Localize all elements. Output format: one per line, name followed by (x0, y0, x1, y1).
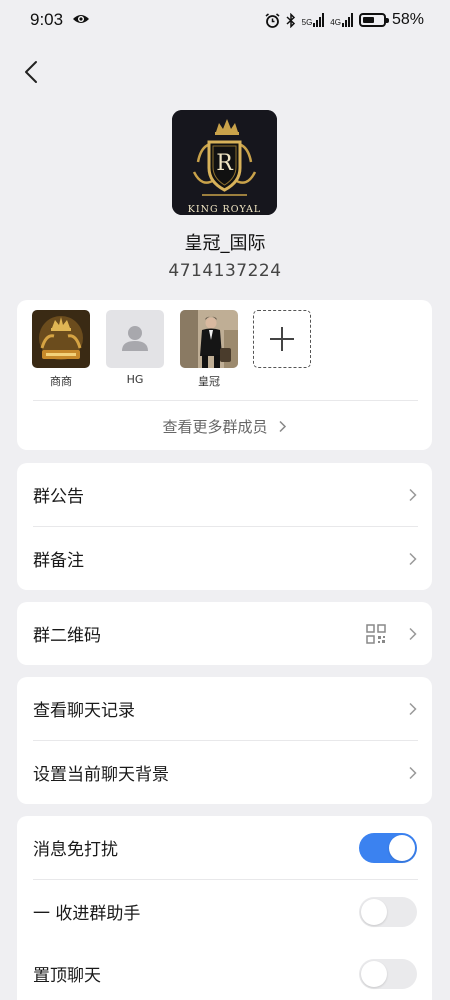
member-avatar (180, 310, 238, 368)
back-arrow-icon[interactable] (18, 58, 46, 86)
toggles-card: 消息免打扰 一 收进群助手 置顶聊天 (17, 816, 432, 1000)
qr-code-card: 群二维码 (17, 602, 432, 665)
status-icons: 5G 4G 58% (265, 10, 424, 30)
view-more-members-button[interactable]: 查看更多群成员 (17, 402, 432, 450)
chevron-right-icon (409, 488, 417, 501)
mute-notifications-toggle[interactable] (359, 832, 417, 863)
plus-icon (253, 310, 311, 368)
member-avatar (32, 310, 90, 368)
member-name: HG (126, 373, 144, 386)
group-remark-label: 群备注 (33, 551, 84, 571)
chat-history-label: 查看聊天记录 (33, 701, 135, 721)
group-info-card: 群公告 群备注 (17, 463, 432, 590)
avatar-text: KING ROYAL (188, 204, 261, 215)
signal-4g-icon: 4G (330, 13, 353, 27)
battery-icon (358, 13, 389, 27)
member-item[interactable]: 皇冠 (180, 310, 238, 389)
battery-level (362, 17, 374, 23)
view-more-members-label: 查看更多群成员 (162, 417, 268, 436)
group-announcement-row[interactable]: 群公告 (17, 463, 432, 526)
status-time: 9:03 (30, 10, 64, 29)
signal-5g-icon: 5G (302, 13, 325, 27)
add-member-button[interactable] (253, 310, 311, 368)
pin-chat-row: 置顶聊天 (17, 942, 432, 1000)
bluetooth-icon (286, 12, 295, 28)
battery-percent: 58% (391, 11, 424, 28)
chevron-right-icon (409, 627, 417, 640)
group-name: 皇冠_国际 (184, 233, 266, 254)
chevron-right-icon (278, 420, 286, 432)
chat-background-label: 设置当前聊天背景 (33, 765, 169, 785)
status-bar: 9:03 5G 4G 58% (0, 0, 450, 40)
qr-code-icon (366, 623, 386, 644)
chevron-right-icon (409, 702, 417, 715)
chat-history-row[interactable]: 查看聊天记录 (17, 677, 432, 740)
eye-icon (73, 15, 89, 23)
mute-notifications-row: 消息免打扰 (17, 816, 432, 879)
group-assistant-label: 一 收进群助手 (33, 904, 141, 924)
mute-notifications-label: 消息免打扰 (33, 840, 118, 860)
divider (33, 400, 418, 401)
group-assistant-toggle[interactable] (359, 896, 417, 927)
chevron-right-icon (409, 766, 417, 779)
avatar-letter: R (216, 151, 234, 176)
chevron-right-icon (409, 552, 417, 565)
group-qr-code-row[interactable]: 群二维码 (17, 602, 432, 665)
group-announcement-label: 群公告 (33, 487, 84, 507)
member-item[interactable]: 商商 (32, 310, 90, 389)
member-name: 皇冠 (198, 375, 220, 388)
default-avatar-icon (106, 310, 164, 368)
group-assistant-row: 一 收进群助手 (17, 880, 432, 943)
pin-chat-label: 置顶聊天 (33, 966, 101, 986)
member-name: 商商 (50, 375, 72, 388)
group-avatar[interactable]: R KING ROYAL (172, 110, 277, 215)
king-royal-logo: R KING ROYAL (172, 110, 277, 215)
member-item[interactable]: HG (106, 310, 164, 386)
chat-settings-card: 查看聊天记录 设置当前聊天背景 (17, 677, 432, 804)
chat-background-row[interactable]: 设置当前聊天背景 (17, 741, 432, 804)
alarm-icon (265, 12, 280, 28)
members-card: 商商 HG 皇冠 查看更多群成员 (17, 300, 432, 450)
group-remark-row[interactable]: 群备注 (17, 527, 432, 590)
group-qr-code-label: 群二维码 (33, 626, 101, 646)
pin-chat-toggle[interactable] (359, 958, 417, 989)
group-id: 4714137224 (168, 261, 282, 281)
